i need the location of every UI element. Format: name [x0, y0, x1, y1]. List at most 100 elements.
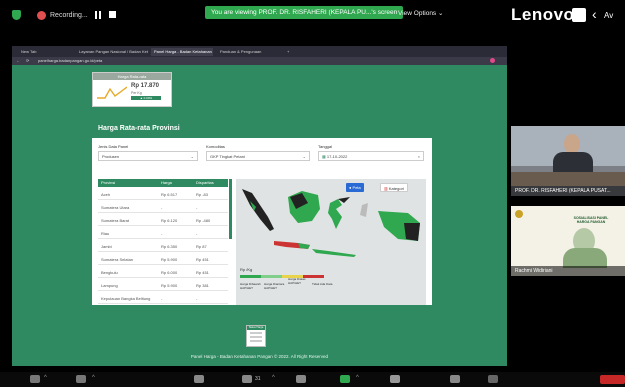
commodity-label: Komoditas	[206, 144, 225, 149]
back-icon[interactable]: ←	[16, 58, 20, 63]
province-cell: Riau	[101, 231, 110, 236]
table-row[interactable]: Kepulauan Bangka Belitung - -	[98, 292, 228, 304]
panel-title: Harga Rata-rata Provinsi	[92, 120, 432, 138]
new-tab-button[interactable]: +	[284, 48, 294, 56]
data-level-value: Produsen	[102, 154, 120, 159]
extension-icon[interactable]	[490, 58, 495, 63]
price-cell: Rp 5.900	[161, 257, 178, 262]
page-footer: Panel Harga - Badan Ketahanan Pangan © 2…	[190, 354, 329, 359]
table-row[interactable]: Jambi Rp 6.350 Rp 87	[98, 240, 228, 252]
shield-icon[interactable]	[12, 10, 21, 20]
date-value: 17-10-2022	[326, 154, 348, 159]
slide-title: SOSIALISASI PANEL HARGA PANGAN	[573, 216, 609, 224]
chevron-down-icon: ⌄	[190, 154, 194, 159]
participant-body	[563, 248, 607, 268]
province-cell: Aceh	[101, 192, 111, 197]
date-label: Tanggal	[318, 144, 333, 149]
recording-label: Recording...	[50, 12, 88, 19]
meeting-controls-bar: ^ ^ 31 ^ ^	[0, 372, 625, 387]
legend-unit: Rp /Kg	[240, 267, 253, 272]
share-screen-icon[interactable]	[340, 375, 350, 383]
browser-address-bar[interactable]: ← ⟳ panelharga.badanpangan.go.id/peta	[12, 57, 507, 65]
province-cell: Sumatera Utara	[101, 205, 130, 210]
price-cell: Rp 6.517	[161, 192, 178, 197]
browser-tab[interactable]: Layanan Pangan Nasional / Badan Kebi	[76, 48, 148, 56]
browser-tab[interactable]: New Tab	[18, 48, 68, 56]
price-cell: -	[161, 296, 163, 301]
participants-icon[interactable]	[242, 375, 252, 383]
table-row[interactable]: Lampung Rp 5.900 Rp 381	[98, 279, 228, 291]
meeting-top-bar: Recording... You are viewing PROF. DR. R…	[0, 0, 625, 30]
chevron-up-icon[interactable]: ^	[44, 375, 47, 381]
stop-recording-icon[interactable]	[109, 11, 116, 18]
price-cell: Rp 5.900	[161, 283, 178, 288]
province-cell: Sumatera Selatan	[101, 257, 134, 262]
participant-video-tile[interactable]: PROF. DR. RISFAHERI (KEPALA PUSAT...	[511, 126, 625, 196]
disparity-cell: Rp 381	[196, 283, 209, 288]
security-icon[interactable]	[194, 375, 204, 383]
badge-line	[250, 340, 262, 342]
disparity-cell: -	[196, 296, 198, 301]
participants-count: 31	[255, 376, 261, 382]
disparity-cell: -	[196, 205, 198, 210]
data-level-select[interactable]: Produsen ⌄	[98, 151, 198, 161]
chevron-up-icon[interactable]: ^	[272, 375, 275, 381]
reload-icon[interactable]: ⟳	[26, 58, 29, 63]
disparity-cell: Rp 451	[196, 270, 209, 275]
reactions-icon[interactable]	[450, 375, 460, 383]
browser-tab[interactable]: Panduan & Pengunaan	[217, 48, 275, 56]
url-text[interactable]: panelharga.badanpangan.go.id/peta	[38, 58, 102, 63]
price-cell: -	[161, 205, 163, 210]
table-scrollbar[interactable]	[229, 179, 232, 239]
chat-icon[interactable]	[296, 375, 306, 383]
recording-icon	[37, 11, 46, 20]
map-view-button[interactable]: ● Peta	[346, 183, 364, 192]
participant-name: PROF. DR. RISFAHERI (KEPALA PUSAT...	[511, 186, 625, 196]
disparity-cell: -	[196, 231, 198, 236]
indonesia-map-shapes[interactable]	[238, 183, 424, 265]
end-meeting-button[interactable]	[600, 375, 625, 384]
col-header-price: Harga	[158, 179, 193, 187]
disparity-cell: Rp -83	[196, 192, 209, 197]
category-view-button[interactable]: ▥ Kategori	[380, 183, 408, 192]
price-status-widget[interactable]: Status Harga	[246, 325, 266, 347]
desk	[511, 172, 625, 186]
table-row[interactable]: Riau - -	[98, 227, 228, 239]
data-level-label: Jenis Data Panel	[98, 144, 129, 149]
price-cell: Rp 6.120	[161, 218, 178, 223]
browser-tab-active[interactable]: Panel Harga - Badan Ketahanan	[151, 48, 213, 56]
chevron-up-icon[interactable]: ^	[92, 375, 95, 381]
price-cell: -	[161, 231, 163, 236]
video-icon[interactable]	[76, 375, 86, 383]
date-picker[interactable]: ▦ 17-10-2022 ×	[318, 151, 424, 161]
apps-icon[interactable]	[488, 375, 498, 383]
table-row[interactable]: Sumatera Selatan Rp 5.900 Rp 451	[98, 253, 228, 265]
right-label: Av	[604, 11, 614, 20]
price-trend-icon	[97, 86, 127, 99]
chevron-up-icon[interactable]: ^	[356, 375, 359, 381]
shared-screen: New Tab Layanan Pangan Nasional / Badan …	[12, 46, 507, 366]
price-cell: Rp 6.350	[161, 244, 178, 249]
slide-logo-icon	[515, 210, 523, 218]
legend-swatch	[240, 275, 261, 278]
average-price-card: Harga Rata-rata Rp 17.870 Per Kg ▲ 0.00%	[92, 72, 172, 107]
table-row[interactable]: Sumatera Barat Rp 6.120 Rp -480	[98, 214, 228, 226]
pause-recording-icon[interactable]	[94, 11, 102, 19]
table-row[interactable]: Aceh Rp 6.517 Rp -83	[98, 188, 228, 200]
commodity-select[interactable]: GKP Tingkat Petani ⌄	[206, 151, 310, 161]
participant-video-tile[interactable]: SOSIALISASI PANEL HARGA PANGAN Rachmi Wi…	[511, 206, 625, 276]
view-options-button[interactable]: View Options ⌄	[398, 9, 443, 17]
disparity-cell: Rp 451	[196, 257, 209, 262]
user-icon[interactable]	[572, 8, 586, 22]
back-chevron-icon[interactable]: ‹	[592, 6, 597, 22]
clear-icon[interactable]: ×	[418, 154, 420, 159]
disparity-cell: Rp 87	[196, 244, 207, 249]
record-icon[interactable]	[390, 375, 400, 383]
badge-line	[250, 336, 262, 338]
disparity-cell: Rp -480	[196, 218, 211, 223]
indonesia-price-map[interactable]: ● Peta ▥ Kategori Rp /Kg Harga Dibawah H…	[236, 179, 426, 305]
microphone-icon[interactable]	[30, 375, 40, 383]
table-row[interactable]: Sumatera Utara - -	[98, 201, 228, 213]
col-header-province: Provinsi	[98, 179, 158, 187]
table-row[interactable]: Bengkulu Rp 6.000 Rp 451	[98, 266, 228, 278]
